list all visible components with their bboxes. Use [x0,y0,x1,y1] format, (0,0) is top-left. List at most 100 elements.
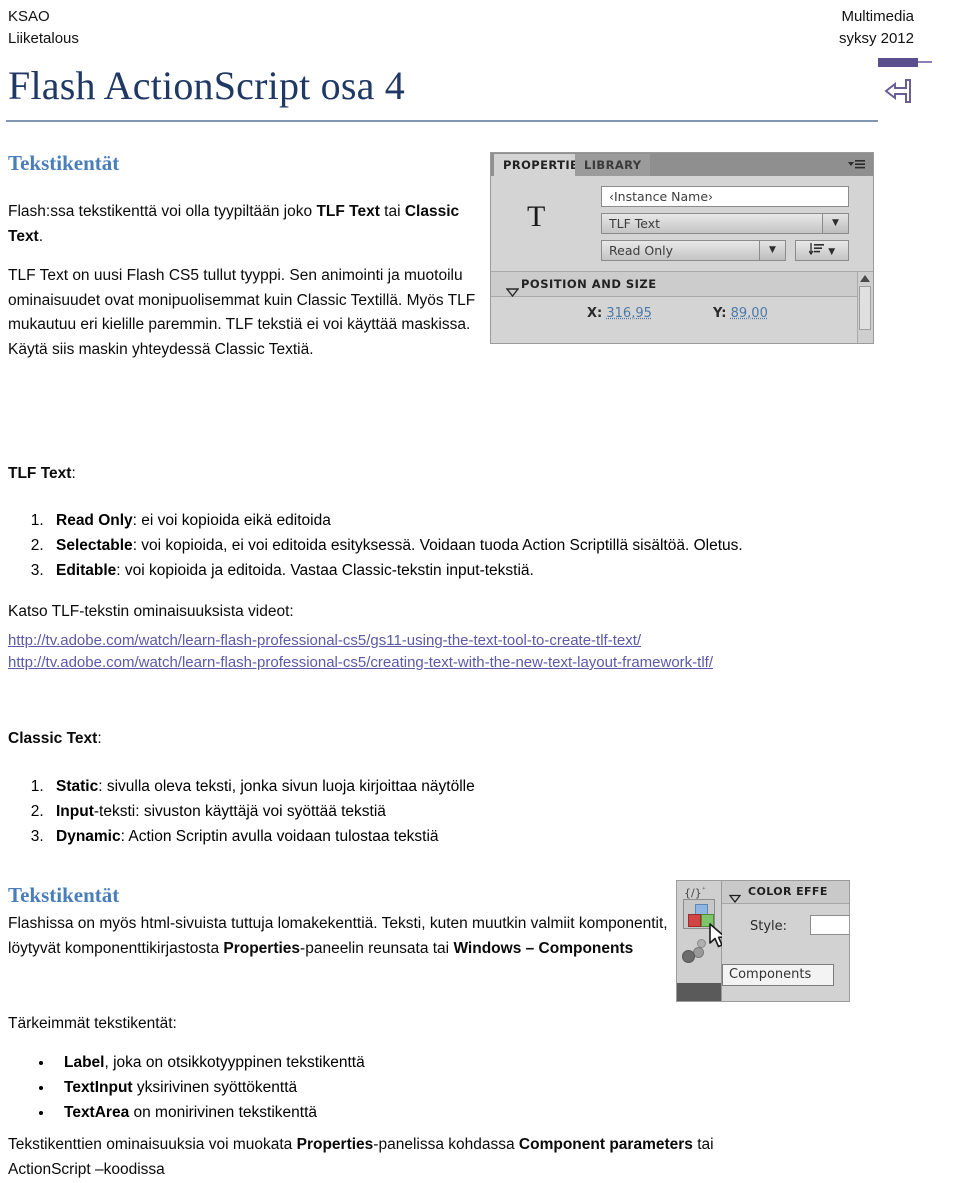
collapse-triangle-icon[interactable] [500,279,519,297]
classic-item-2-bold: Input [56,803,94,820]
section2-paragraph: Flashissa on myös html-sivuista tuttuja … [8,912,668,961]
section1-paragraph-2: TLF Text on uusi Flash CS5 tullut tyyppi… [8,267,476,358]
tlf-item-2-text: : voi kopioida, ei voi editoida esitykse… [132,537,743,554]
s1-p1-text-b: tai [379,203,405,220]
paragraph-align-dropdown[interactable]: ▼ [795,240,849,261]
collapse-triangle-icon-2[interactable] [728,888,742,907]
title-divider [6,120,878,122]
closing-text-a: Tekstikenttien ominaisuuksia voi muokata [8,1136,297,1153]
document-page: KSAO Liiketalous Multimedia syksy 2012 F… [0,0,960,1181]
heading-tekstikentat-2: Tekstikentät [8,883,120,907]
list-item: TextInput yksirivinen syöttökenttä [54,1075,954,1100]
text-type-value: TLF Text [609,216,661,231]
panel-scrollbar[interactable] [857,272,873,343]
chevron-down-icon[interactable]: ▼ [822,214,848,233]
list-item: Input-teksti: sivuston käyttäjä voi syöt… [48,799,948,824]
tlf-text-subheading: TLF Text: [8,462,76,487]
panel-tab-bar: PROPERTIES LIBRARY [491,153,873,177]
scrollbar-thumb[interactable] [859,286,871,330]
tlf-item-2-bold: Selectable [56,537,133,554]
field-item-1-text: , joka on otsikkotyyppinen tekstikenttä [104,1054,365,1071]
color-effect-section-header[interactable]: COLOR EFFE [722,881,849,904]
tlf-item-3-bold: Editable [56,562,117,579]
x-label: X: [587,306,603,321]
important-fields-list: Label, joka on otsikkotyyppinen tekstike… [8,1050,954,1125]
y-coordinate-field[interactable]: Y: 89,00 [713,306,768,321]
closing-paragraph: Tekstikenttien ominaisuuksia voi muokata… [8,1133,938,1158]
panel-menu-icon[interactable] [844,158,866,171]
code-snippets-icon[interactable]: {/}⁺ [684,884,706,900]
style-select[interactable] [810,915,849,935]
header-course: Multimedia [841,8,914,25]
classic-item-1-text: : sivulla oleva teksti, jonka sivun luoj… [98,778,475,795]
list-item: Dynamic: Action Scriptin avulla voidaan … [48,824,948,849]
video-link-2[interactable]: http://tv.adobe.com/watch/learn-flash-pr… [8,654,713,671]
style-label: Style: [750,919,788,934]
components-tooltip: Components [722,964,834,986]
tlf-text-list: Read Only: ei voi kopioida eikä editoida… [8,508,960,583]
rail-footer [677,983,721,1001]
s2-text-b: -paneelin reunsata tai [300,939,454,957]
header-organization: KSAO [8,8,50,25]
y-value[interactable]: 89,00 [731,306,768,321]
closing-text-b: -panelissa kohdassa [373,1136,519,1153]
header-department: Liiketalous [8,30,79,47]
s1-p1-bold-tlf-text: TLF Text [316,203,380,220]
field-item-3-bold: TextArea [64,1104,130,1121]
logo-bar-tail-icon [918,61,932,63]
classic-text-subheading-colon: : [97,730,102,747]
important-fields-intro: Tärkeimmät tekstikentät: [8,1015,177,1032]
instance-name-input[interactable]: ‹Instance Name› [601,186,849,207]
logo-mark [856,58,932,114]
list-item: Selectable: voi kopioida, ei voi editoid… [48,533,960,558]
position-and-size-label: POSITION AND SIZE [521,277,657,291]
classic-item-3-text: : Action Scriptin avulla voidaan tulosta… [120,828,439,845]
x-coordinate-field[interactable]: X: 316,95 [587,306,652,321]
dot-large-icon [682,950,695,963]
components-panel-screenshot: {/}⁺ COLOR EFFE Style: Components [676,880,850,1002]
chevron-down-icon-2[interactable]: ▼ [759,241,785,260]
s1-p1-text-a: Flash:ssa tekstikenttä voi olla tyypiltä… [8,203,317,220]
field-item-2-bold: TextInput [64,1079,133,1096]
s2-bold-properties: Properties [223,939,301,957]
color-effect-label: COLOR EFFE [748,885,828,898]
field-item-2-text: yksirivinen syöttökenttä [132,1079,298,1096]
header-right: Multimedia syksy 2012 [839,6,914,50]
y-label: Y: [713,306,727,321]
tab-library[interactable]: LIBRARY [575,154,651,176]
classic-text-list: Static: sivulla oleva teksti, jonka sivu… [8,774,948,849]
tlf-item-3-text: : voi kopioida ja editoida. Vastaa Class… [116,562,534,579]
list-item: TextArea on monirivinen tekstikenttä [54,1100,954,1125]
header-term: syksy 2012 [838,30,914,47]
tlf-item-1-text: : ei voi kopioida eikä editoida [132,512,331,529]
section1-paragraph-1: Flash:ssa tekstikenttä voi olla tyypiltä… [8,200,478,249]
video-link-1[interactable]: http://tv.adobe.com/watch/learn-flash-pr… [8,632,641,649]
position-and-size-section-header[interactable]: POSITION AND SIZE [491,272,873,297]
scroll-up-arrow-icon[interactable] [860,275,870,282]
cube-red-icon [688,914,701,927]
closing-text-c: tai [692,1136,714,1153]
heading-tekstikentat-1: Tekstikentät [8,151,120,175]
classic-text-subheading-bold: Classic Text [8,730,98,747]
edit-mode-value: Read Only [609,243,674,258]
video-links: http://tv.adobe.com/watch/learn-flash-pr… [8,630,898,674]
header-left: KSAO Liiketalous [8,6,79,50]
logo-arrow-icon [882,78,912,104]
list-item: Label, joka on otsikkotyyppinen tekstike… [54,1050,954,1075]
list-item: Read Only: ei voi kopioida eikä editoida [48,508,960,533]
x-value[interactable]: 316,95 [606,306,652,321]
classic-item-1-bold: Static [56,778,99,795]
panel-body: T ‹Instance Name› TLF Text ▼ Read Only ▼… [491,176,873,343]
s2-bold-windows-components: Windows – Components [453,939,634,957]
page-title: Flash ActionScript osa 4 [8,63,406,108]
field-item-3-text: on monirivinen tekstikenttä [129,1104,318,1121]
videos-intro: Katso TLF-tekstin ominaisuuksista videot… [8,603,294,620]
s1-p1-text-c: . [38,227,44,245]
classic-item-3-bold: Dynamic [56,828,121,845]
closing-bold-component-parameters: Component parameters [518,1136,693,1153]
edit-mode-select[interactable]: Read Only ▼ [601,240,786,261]
closing-bold-properties: Properties [296,1136,374,1153]
logo-bar-icon [878,58,918,67]
text-type-select[interactable]: TLF Text ▼ [601,213,849,234]
list-item: Static: sivulla oleva teksti, jonka sivu… [48,774,948,799]
